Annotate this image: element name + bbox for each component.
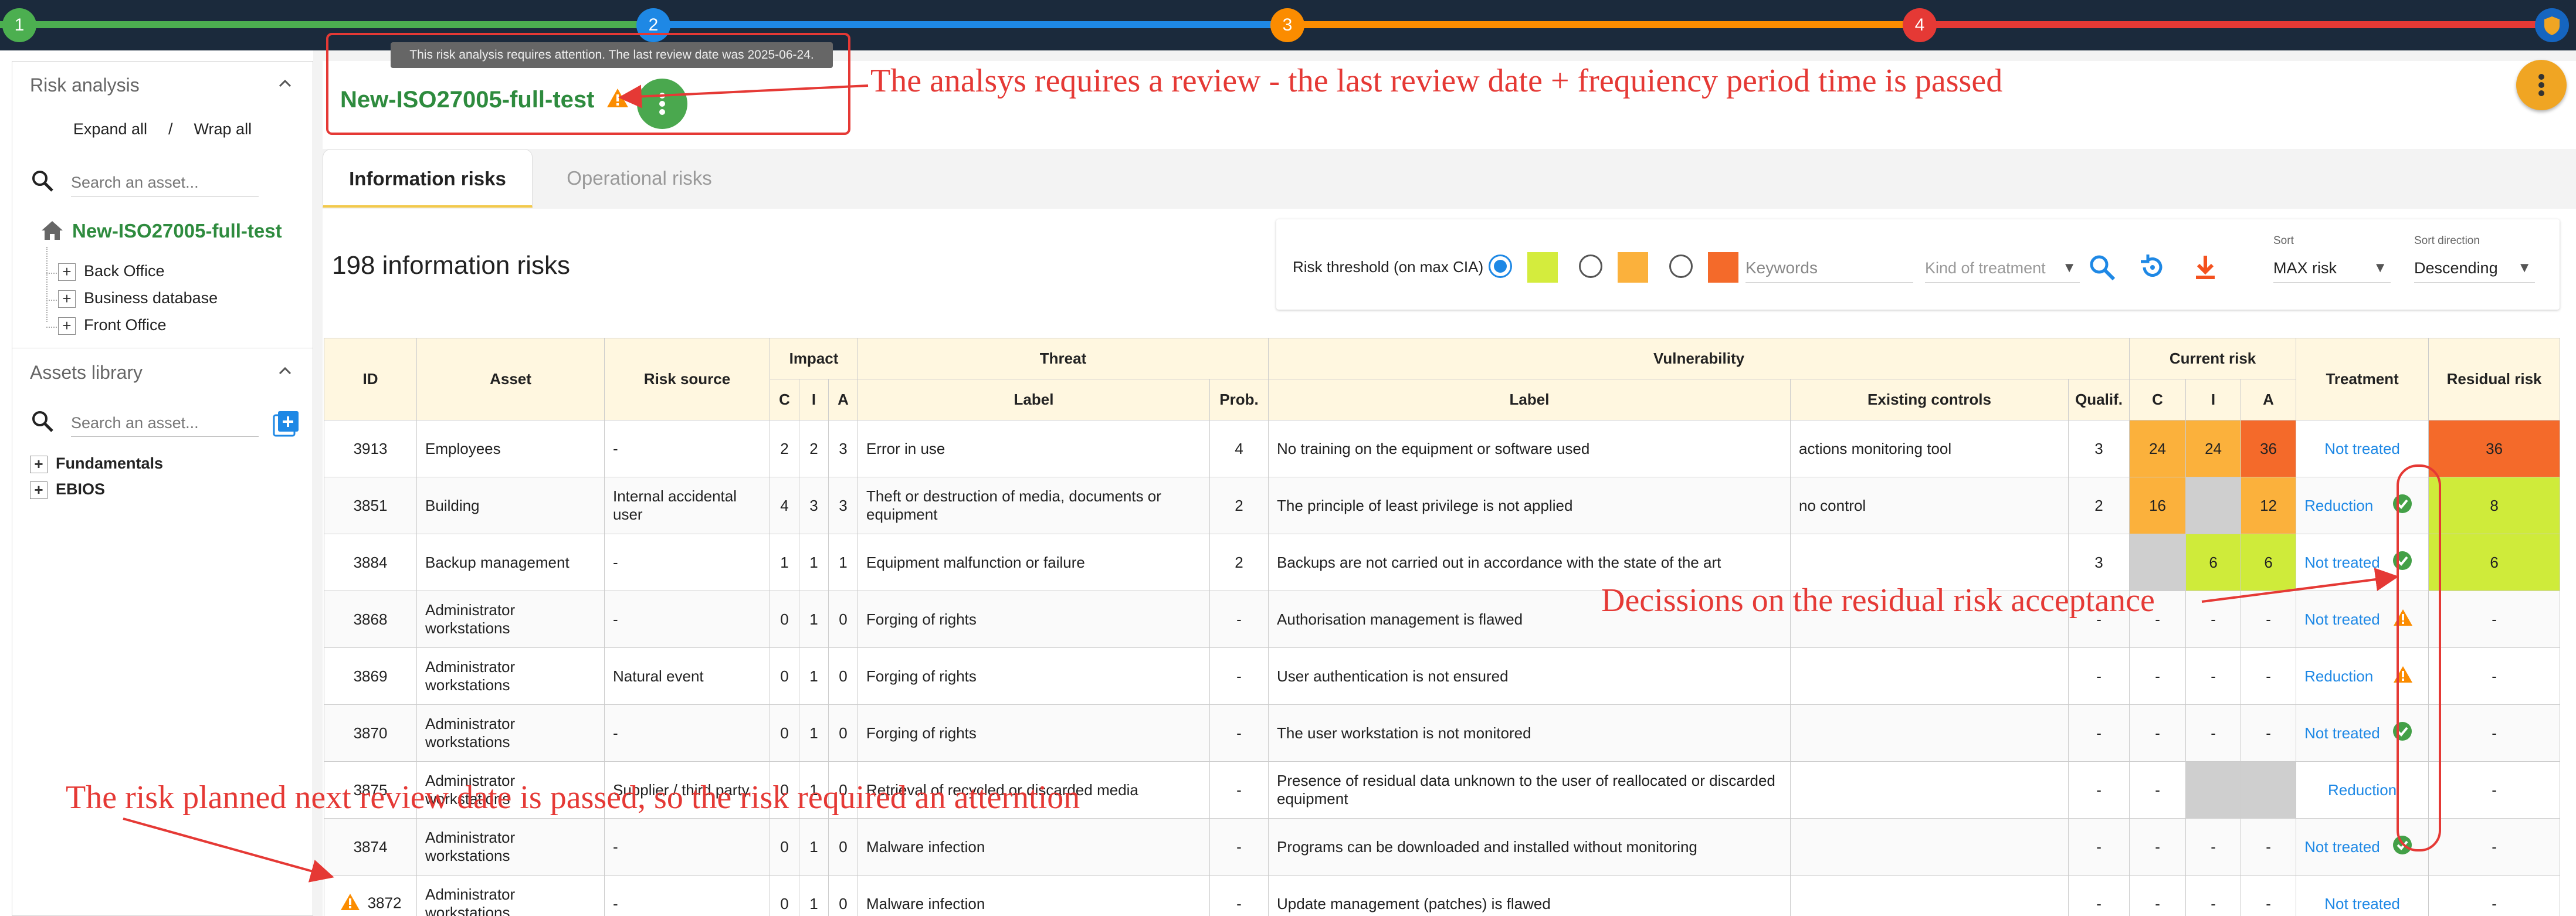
- annotation-arrows: [123, 84, 2399, 883]
